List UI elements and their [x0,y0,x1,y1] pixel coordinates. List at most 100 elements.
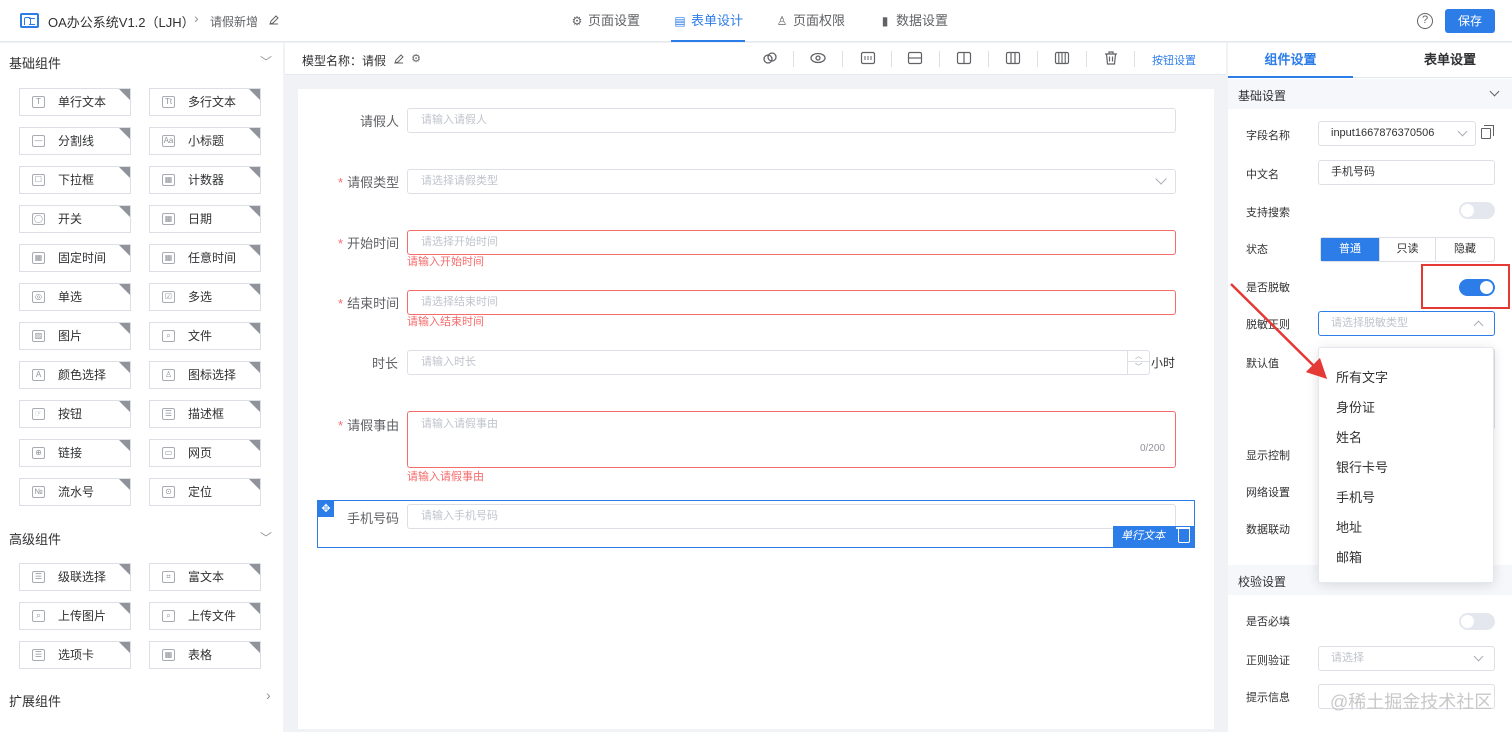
component-item[interactable]: ⊕ 链接 [19,439,131,467]
component-item[interactable]: — 分割线 [19,127,131,155]
component-label: 定位 [188,485,213,499]
dropdown-option[interactable]: 所有文字 [1336,367,1388,386]
regex-select[interactable]: 请选择 [1318,646,1495,671]
save-button[interactable]: 保存 [1445,9,1495,33]
component-item[interactable]: ⌕ 文件 [149,322,261,350]
delete-field-icon[interactable] [1176,527,1190,543]
component-item[interactable]: T 单行文本 [19,88,131,116]
component-item[interactable]: ◎ 单选 [19,283,131,311]
layout-two-column-icon[interactable] [956,50,972,66]
edit-icon[interactable] [394,54,404,64]
dropdown-option[interactable]: 手机号 [1336,487,1375,506]
leave-type-select[interactable]: 请选择请假类型 [407,169,1176,194]
component-item[interactable]: Tt 多行文本 [149,88,261,116]
trash-icon[interactable] [1103,50,1119,66]
component-label: 按钮 [58,407,83,421]
component-icon: ☰ [32,571,45,583]
component-item[interactable]: ▦ 任意时间 [149,244,261,272]
code-icon[interactable] [860,50,876,66]
component-item[interactable]: ▦ 日期 [149,205,261,233]
corner-mark [249,323,260,334]
cn-name-input[interactable]: 手机号码 [1318,160,1495,185]
start-time-picker[interactable]: 请选择开始时间 [407,230,1176,255]
search-support-label: 支持搜索 [1246,207,1290,219]
dropdown-option[interactable]: 身份证 [1336,397,1375,416]
component-item[interactable]: ◯ 开关 [19,205,131,233]
component-item[interactable]: Aa 小标题 [149,127,261,155]
preview-eye-icon[interactable] [810,50,826,66]
duration-number-input[interactable]: 请输入时长 ︿ ﹀ [407,350,1150,375]
component-item[interactable]: ⌕ 上传文件 [149,602,261,630]
chevron-down-icon[interactable]: ﹀ [260,529,272,546]
layout-one-row-icon[interactable] [907,50,923,66]
component-icon: ☐ [32,174,45,186]
status-hidden-option[interactable]: 隐藏 [1436,238,1494,261]
component-item[interactable]: ☞ 按钮 [19,400,131,428]
selected-field-wrapper[interactable]: ✥ 手机号码 请输入手机号码 单行文本 [317,500,1195,548]
phone-input[interactable]: 请输入手机号码 [407,504,1176,529]
component-item[interactable]: ⌗ 富文本 [149,563,261,591]
corner-mark [119,206,130,217]
tab-component-settings[interactable]: 组件设置 [1228,43,1353,78]
field-name-label: 字段名称 [1246,130,1290,142]
link-icon[interactable] [762,50,778,66]
help-icon[interactable]: ? [1417,13,1433,29]
component-item[interactable]: ▭ 网页 [149,439,261,467]
field-name-select[interactable]: input1667876370506 [1318,121,1476,146]
component-item[interactable]: ▦ 表格 [149,641,261,669]
component-item[interactable]: ⌕ 上传图片 [19,602,131,630]
component-item[interactable]: ☐ 下拉框 [19,166,131,194]
chevron-down-icon[interactable]: ﹀ [1128,362,1149,373]
component-item[interactable]: ⊙ 定位 [149,478,261,506]
component-item[interactable]: ▦ 固定时间 [19,244,131,272]
component-item[interactable]: A 颜色选择 [19,361,131,389]
edit-icon[interactable] [269,15,279,25]
layout-four-column-icon[interactable] [1054,50,1070,66]
tab-form-settings[interactable]: 表单设置 [1390,43,1510,78]
chevron-down-icon[interactable]: ﹀ [260,53,272,70]
gear-icon[interactable]: ⚙ [408,51,424,67]
annotation-highlight-box [1421,264,1510,309]
component-item[interactable]: ▦ 计数器 [149,166,261,194]
dropdown-option[interactable]: 银行卡号 [1336,457,1388,476]
component-label: 单行文本 [58,95,107,109]
mask-rule-select[interactable]: 请选择脱敏类型 [1318,311,1495,336]
button-settings-link[interactable]: 按钮设置 [1152,52,1196,68]
dropdown-option[interactable]: 姓名 [1336,427,1362,446]
component-item[interactable]: ▨ 图片 [19,322,131,350]
component-label: 图片 [58,329,83,343]
reason-textarea[interactable]: 请输入请假事由 0/200 [407,411,1176,468]
advanced-components-title: 高级组件 [9,532,62,547]
move-icon[interactable]: ✥ [318,501,334,517]
copy-icon[interactable] [1481,125,1494,139]
dropdown-option[interactable]: 邮箱 [1336,547,1362,566]
reason-error: 请输入请假事由 [407,471,484,483]
chevron-up-icon[interactable]: ︿ [1128,351,1149,362]
tab-page-settings[interactable]: ⚙ 页面设置 [568,0,642,42]
tab-page-permissions[interactable]: ♙ 页面权限 [773,0,847,42]
basic-settings-section[interactable]: 基础设置 [1228,79,1512,109]
chevron-right-icon[interactable]: › [266,687,271,703]
corner-mark [119,284,130,295]
component-label: 计数器 [188,173,225,187]
component-item[interactable]: ♙ 图标选择 [149,361,261,389]
quantity-stepper[interactable]: ︿ ﹀ [1127,351,1149,374]
applicant-input[interactable]: 请输入请假人 [407,108,1176,133]
component-item[interactable]: ☑ 多选 [149,283,261,311]
component-item[interactable]: № 流水号 [19,478,131,506]
layout-three-column-icon[interactable] [1005,50,1021,66]
component-icon: № [32,486,45,498]
corner-mark [119,642,130,653]
search-support-toggle[interactable] [1459,202,1495,219]
tab-data-settings[interactable]: ▮ 数据设置 [876,0,950,42]
tab-form-design[interactable]: ▤ 表单设计 [671,0,746,42]
end-time-picker[interactable]: 请选择结束时间 [407,290,1176,315]
component-item[interactable]: ☰ 描述框 [149,400,261,428]
status-readonly-option[interactable]: 只读 [1379,238,1436,261]
component-item[interactable]: ☰ 选项卡 [19,641,131,669]
dropdown-option[interactable]: 地址 [1336,517,1362,536]
component-item[interactable]: ☰ 级联选择 [19,563,131,591]
required-toggle[interactable] [1459,613,1495,630]
status-normal-option[interactable]: 普通 [1321,238,1379,261]
extend-components-title: 扩展组件 [9,694,62,709]
